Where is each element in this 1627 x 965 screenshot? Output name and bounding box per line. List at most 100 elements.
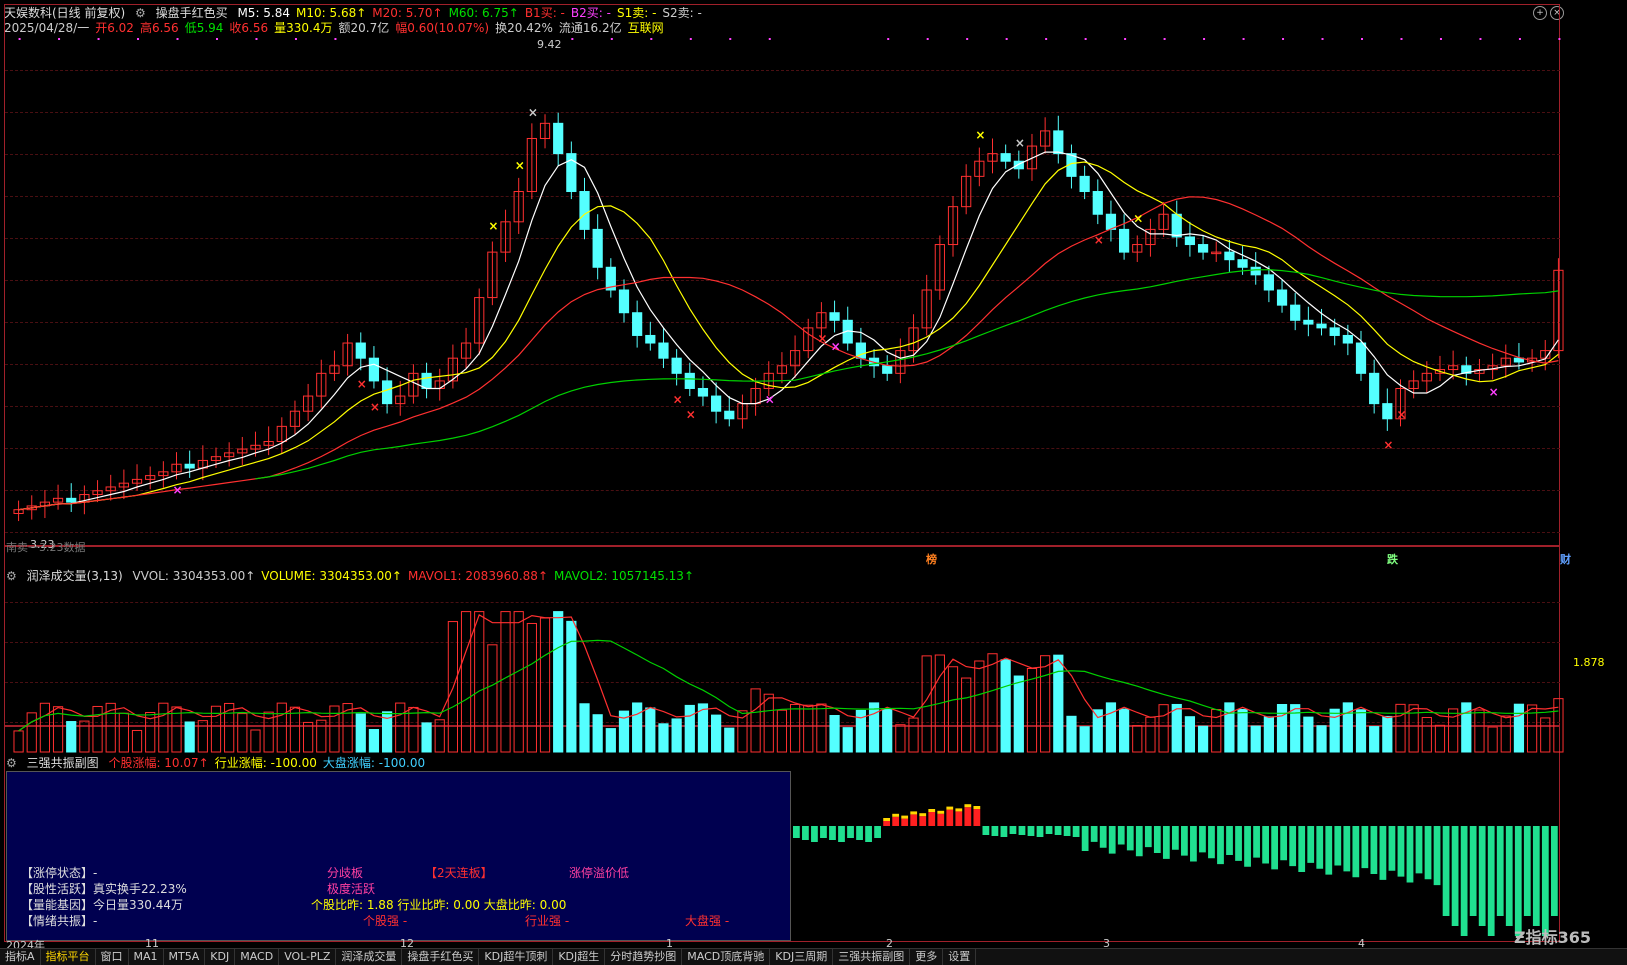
volume-bar — [658, 723, 669, 753]
tab-item[interactable]: 更多 — [910, 949, 944, 965]
resonance-bar-down — [820, 826, 827, 838]
volume-bar — [79, 720, 90, 753]
volume-bar — [421, 722, 432, 753]
tab-item[interactable]: 指标A — [0, 949, 41, 965]
signal-dot — [1518, 38, 1521, 40]
volume-bar — [1316, 725, 1327, 753]
tab-item[interactable]: MA1 — [129, 949, 164, 965]
volume-bar — [276, 702, 287, 753]
signal-dot — [1400, 38, 1403, 40]
resonance-bar-down — [991, 826, 999, 836]
volume-bar — [1369, 726, 1380, 753]
resonance-bar-down — [1199, 826, 1206, 853]
resonance-bar-down — [1081, 826, 1089, 851]
volume-bar — [1197, 725, 1209, 753]
sub-value: 个股涨幅: 10.07↑ — [108, 756, 209, 770]
event-marker-bang[interactable]: 榜 — [926, 551, 937, 567]
volume-bar — [1382, 715, 1393, 753]
resonance-bar-down — [1000, 826, 1008, 837]
resonance-bar-down — [1253, 826, 1260, 858]
tab-item[interactable]: MACD顶底背驰 — [682, 949, 771, 965]
resonance-cap — [910, 811, 918, 815]
volume-bar — [829, 714, 840, 753]
volume-bar — [632, 702, 643, 753]
volume-panel-title[interactable]: 润泽成交量(3,13) — [27, 569, 123, 583]
signal-dot — [689, 38, 692, 40]
tab-item[interactable]: 润泽成交量 — [336, 949, 403, 965]
resonance-cap — [955, 808, 963, 812]
tab-item[interactable]: 操盘手红色买 — [402, 949, 480, 965]
event-marker-die[interactable]: 跌 — [1387, 551, 1398, 567]
signal-dot — [1163, 38, 1166, 40]
volume-value: MAVOL1: 2083960.88↑ — [408, 569, 548, 583]
resonance-bar-down — [1487, 826, 1495, 936]
volume-bar — [763, 693, 774, 753]
volume-bar — [237, 713, 248, 753]
signal-dot — [18, 38, 21, 40]
event-marker-cai[interactable]: 财 — [1560, 551, 1571, 567]
sub-panel-title[interactable]: 三强共振副图 — [27, 756, 99, 770]
resonance-bar-down — [1054, 826, 1062, 835]
resonance-bar-down — [1217, 826, 1224, 865]
signal-x-mark: × — [173, 483, 183, 497]
candle-body — [592, 228, 603, 268]
volume-bar — [895, 724, 906, 753]
sub-gear-icon[interactable]: ⚙ — [6, 756, 17, 770]
signal-x-mark: × — [1489, 385, 1499, 399]
resonance-bar-down — [1099, 826, 1107, 848]
candle-body — [1303, 319, 1314, 325]
tag-jidu: 极度活跃 — [327, 882, 376, 896]
volume-bar — [961, 677, 972, 753]
volume-bar — [1303, 716, 1314, 753]
resonance-bar-down — [1550, 826, 1558, 916]
resonance-bar-down — [1352, 826, 1360, 878]
tab-item[interactable]: VOL-PLZ — [279, 949, 337, 965]
volume-bar — [513, 611, 524, 753]
volume-bar — [118, 712, 129, 753]
candle-body — [618, 289, 630, 314]
volume-bar — [1013, 675, 1024, 753]
tab-item[interactable]: KDJ超生 — [553, 949, 606, 965]
strong-stock: 个股强 - — [363, 914, 408, 928]
resonance-cap — [883, 818, 891, 821]
tab-item[interactable]: 设置 — [943, 949, 977, 965]
volume-bar — [158, 702, 169, 753]
volume-bar — [724, 727, 735, 753]
candle-body — [658, 342, 669, 359]
resonance-bar-down — [811, 826, 818, 842]
candle-body — [1000, 153, 1011, 162]
volume-bar — [1132, 725, 1143, 753]
volume-bar — [1500, 715, 1511, 753]
resonance-bar-down — [1469, 826, 1477, 916]
volume-gear-icon[interactable]: ⚙ — [6, 569, 17, 583]
signal-dot — [97, 38, 100, 40]
volume-bar — [1184, 716, 1196, 753]
volume-bar — [13, 730, 24, 753]
resonance-bar-down — [1262, 826, 1269, 864]
resonance-bar-down — [1460, 826, 1468, 936]
signal-x-mark: × — [515, 159, 525, 173]
resonance-bar-up — [919, 816, 927, 826]
tab-item[interactable]: 三强共振副图 — [833, 949, 911, 965]
volume-bar — [197, 720, 208, 753]
tab-item[interactable]: KDJ — [205, 949, 236, 965]
volume-level-label: 1.878 — [1573, 656, 1605, 669]
signal-dot — [887, 38, 890, 40]
tab-item[interactable]: KDJ三周期 — [770, 949, 834, 965]
volume-bar — [816, 703, 827, 753]
tab-item[interactable]: KDJ超牛顶刺 — [479, 949, 554, 965]
sub-value: 行业涨幅: -100.00 — [214, 756, 317, 770]
volume-value: VVOL: 3304353.00↑ — [132, 569, 256, 583]
tab-item[interactable]: 指标平台 — [41, 949, 96, 965]
resonance-bar-down — [1171, 826, 1179, 850]
resonance-bar-down — [1325, 826, 1333, 875]
resonance-bar-down — [1126, 826, 1134, 851]
tab-item[interactable]: MACD — [235, 949, 280, 965]
signal-x-mark: × — [357, 377, 367, 391]
candle-body — [671, 357, 682, 374]
resonance-bar-up — [928, 812, 936, 826]
candle-body — [697, 387, 709, 397]
tab-item[interactable]: 窗口 — [96, 949, 129, 965]
tab-item[interactable]: 分时趋势抄图 — [605, 949, 683, 965]
tab-item[interactable]: MT5A — [164, 949, 206, 965]
